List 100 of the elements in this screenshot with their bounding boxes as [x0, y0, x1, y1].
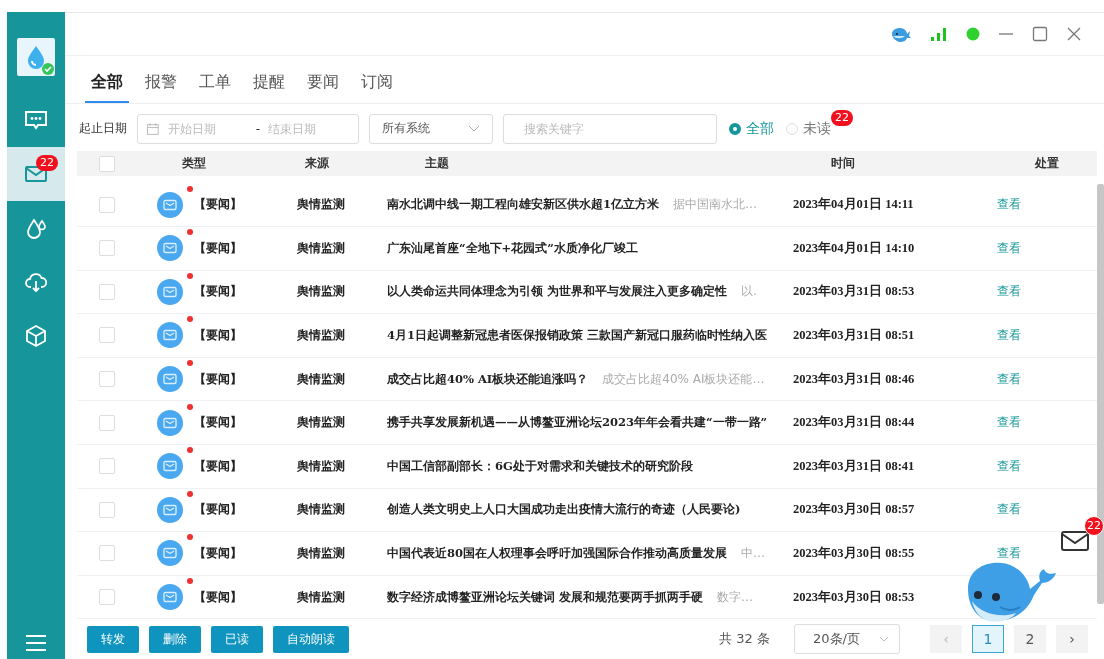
tab[interactable]: 提醒 — [247, 71, 291, 103]
search-field[interactable]: 搜索关键字 — [503, 113, 717, 144]
subject-cell: 以人类命运共同体理念为引领 为世界和平与发展注入更多确定性 — [387, 284, 727, 300]
row-checkbox[interactable] — [99, 371, 115, 388]
time-cell-text: 2023年03月31日 08:41 — [793, 457, 916, 475]
subject-cell: 成交占比超40% AI板块还能追涨吗？ — [387, 371, 589, 387]
filter-radio[interactable]: 未读 22 — [786, 109, 853, 138]
row-checkbox[interactable] — [99, 458, 115, 475]
type-cell: 【要闻】 — [194, 501, 242, 519]
maximize-icon[interactable] — [1032, 25, 1048, 42]
source-cell-text: 舆情监测 — [297, 588, 346, 606]
view-link[interactable]: 查看 — [997, 415, 1021, 430]
action-button[interactable]: 已读 — [211, 625, 263, 653]
select-all-checkbox[interactable] — [99, 155, 115, 172]
view-link[interactable]: 查看 — [997, 502, 1021, 517]
status-icon — [966, 26, 980, 41]
tab[interactable]: 订阅 — [355, 71, 399, 103]
view-link[interactable]: 查看 — [997, 545, 1021, 560]
source-cell-text: 舆情监测 — [297, 196, 346, 214]
date-range-field[interactable]: 开始日期 - 结束日期 — [137, 113, 359, 144]
chevron-down-icon — [879, 636, 889, 643]
mail-icon — [157, 496, 183, 523]
type-cell: 【要闻】 — [194, 588, 242, 606]
summary-text: 据中国南水北… — [673, 196, 757, 214]
type-cell: 【要闻】 — [194, 544, 242, 562]
source-cell-text: 舆情监测 — [297, 283, 346, 301]
type-cell: 【要闻】 — [194, 414, 242, 432]
date-range-label: 起止日期 — [79, 120, 127, 137]
close-icon[interactable] — [1066, 25, 1082, 42]
view-link[interactable]: 查看 — [997, 327, 1021, 342]
row-checkbox[interactable] — [99, 327, 115, 344]
action-button[interactable]: 删除 — [149, 625, 201, 653]
time-cell-text: 2023年03月30日 08:57 — [793, 501, 916, 519]
column-header: 来源 — [304, 155, 330, 173]
tab[interactable]: 全部 — [85, 71, 129, 103]
page-size-dropdown[interactable]: 20条/页 — [794, 624, 900, 655]
column-header: 时间 — [831, 155, 856, 173]
view-link[interactable]: 查看 — [997, 371, 1021, 386]
tab[interactable]: 工单 — [193, 71, 237, 103]
mail-icon — [157, 584, 183, 611]
time-cell-text: 2023年03月31日 08:44 — [793, 414, 916, 432]
row-checkbox[interactable] — [99, 196, 115, 213]
type-cell: 【要闻】 — [194, 283, 242, 301]
source-cell-text: 舆情监测 — [297, 457, 346, 475]
time-cell-text: 2023年03月30日 08:55 — [793, 544, 916, 562]
time-cell-text: 2023年03月31日 08:51 — [793, 326, 916, 344]
source-cell-text: 舆情监测 — [297, 501, 346, 519]
page-button[interactable]: 1 — [972, 625, 1004, 654]
action-button[interactable]: 自动朗读 — [273, 625, 349, 653]
row-checkbox[interactable] — [99, 240, 115, 257]
source-cell-text: 舆情监测 — [297, 370, 346, 388]
time-cell-text: 2023年03月31日 08:53 — [793, 283, 916, 301]
mail-icon — [157, 540, 183, 567]
subject-cell: 广东汕尾首座“全地下+花园式”水质净化厂竣工 — [387, 240, 638, 256]
row-checkbox[interactable] — [99, 283, 115, 300]
column-header: 处置 — [1035, 155, 1060, 173]
menu-icon[interactable] — [24, 633, 48, 653]
mail-icon — [157, 366, 183, 393]
mail-icon — [1060, 528, 1090, 552]
column-header: 类型 — [181, 155, 207, 173]
summary-text: 中… — [741, 544, 765, 562]
source-cell-text: 舆情监测 — [297, 326, 346, 344]
floating-mail-button[interactable]: 22 — [1060, 516, 1104, 552]
time-cell-text: 2023年04月01日 14:10 — [793, 239, 916, 257]
view-link[interactable]: 查看 — [997, 284, 1021, 299]
row-checkbox[interactable] — [99, 501, 115, 518]
time-cell-text: 2023年03月31日 08:46 — [793, 370, 916, 388]
action-button[interactable]: 转发 — [87, 625, 139, 653]
source-cell-text: 舆情监测 — [297, 414, 346, 432]
next-page-button[interactable]: › — [1056, 625, 1088, 654]
view-link[interactable]: 查看 — [997, 240, 1021, 255]
page-button[interactable]: 2 — [1014, 625, 1046, 654]
type-cell: 【要闻】 — [194, 239, 242, 257]
mail-icon — [157, 453, 183, 480]
whale-icon[interactable] — [890, 25, 912, 42]
tab[interactable]: 报警 — [139, 71, 183, 103]
signal-icon — [930, 25, 948, 42]
view-link[interactable]: 查看 — [997, 458, 1021, 473]
cube-icon — [23, 323, 49, 349]
subject-cell: 中国工信部副部长：6G处于对需求和关键技术的研究阶段 — [387, 458, 693, 474]
mail-icon — [157, 278, 183, 305]
row-checkbox[interactable] — [99, 545, 115, 562]
time-cell-text: 2023年04月01日 14:11 — [793, 196, 915, 214]
subject-cell: 中国代表近80国在人权理事会呼吁加强国际合作推动高质量发展 — [387, 545, 727, 561]
sidebar-item[interactable]: 22 — [7, 147, 65, 201]
view-link[interactable]: 查看 — [997, 197, 1021, 212]
system-dropdown[interactable]: 所有系统 — [369, 113, 493, 144]
subject-cell: 4月1日起调整新冠患者医保报销政策 三款国产新冠口服药临时性纳入医 — [387, 327, 767, 343]
type-cell: 【要闻】 — [194, 370, 242, 388]
unread-badge: 22 — [36, 155, 58, 171]
mail-icon — [157, 191, 183, 218]
row-checkbox[interactable] — [99, 589, 115, 606]
source-cell-text: 舆情监测 — [297, 239, 346, 257]
tab[interactable]: 要闻 — [301, 71, 345, 103]
unread-badge: 22 — [1084, 516, 1104, 536]
filter-radio[interactable]: 全部 — [729, 119, 774, 138]
subject-cell: 南水北调中线一期工程向雄安新区供水超1亿立方米 — [387, 197, 659, 213]
subject-cell: 携手共享发展新机遇——从博鳌亚洲论坛2023年年会看共建“一带一路” — [387, 415, 768, 431]
row-checkbox[interactable] — [99, 414, 115, 431]
summary-text: 数字… — [717, 588, 753, 606]
